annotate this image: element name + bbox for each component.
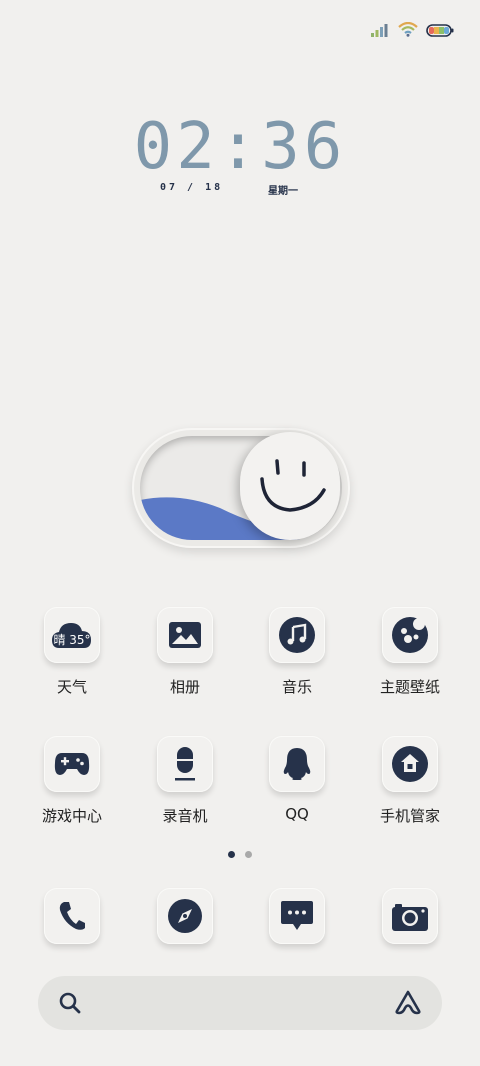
smiley-toggle-widget[interactable] xyxy=(132,428,350,548)
battery-icon xyxy=(426,22,454,41)
microphone-icon xyxy=(175,747,195,781)
app-label: QQ xyxy=(285,805,309,823)
clock-time: 02:36 xyxy=(133,110,347,184)
page-indicator[interactable] xyxy=(228,851,252,858)
app-label: 天气 xyxy=(56,678,87,696)
weather-icon-box: 晴 35° xyxy=(44,607,100,663)
camera-icon-box xyxy=(382,888,438,944)
weather-temp: 晴 35° xyxy=(53,633,90,647)
gamepad-icon xyxy=(54,753,90,775)
status-bar xyxy=(370,21,454,41)
search-icon[interactable] xyxy=(58,991,82,1019)
dock-camera[interactable] xyxy=(365,888,455,944)
compass-browser-icon xyxy=(168,899,202,933)
app-qq[interactable]: QQ xyxy=(252,736,342,823)
qq-icon-box xyxy=(269,736,325,792)
music-note-icon xyxy=(279,617,315,653)
dock-browser[interactable] xyxy=(140,888,230,944)
app-game-center[interactable]: 游戏中心 xyxy=(27,736,117,826)
game-icon-box xyxy=(44,736,100,792)
app-music[interactable]: 音乐 xyxy=(252,607,342,697)
app-label: 相册 xyxy=(169,678,200,696)
app-weather[interactable]: 晴 35° 天气 xyxy=(27,607,117,697)
assistant-icon[interactable] xyxy=(394,989,422,1019)
gallery-icon-box xyxy=(157,607,213,663)
clock-date: 07 / 18 xyxy=(160,182,224,193)
dock-messages[interactable] xyxy=(252,888,342,944)
browser-icon-box xyxy=(157,888,213,944)
app-themes[interactable]: 主题壁纸 xyxy=(365,607,455,697)
music-icon-box xyxy=(269,607,325,663)
app-gallery[interactable]: 相册 xyxy=(140,607,230,697)
page-dot-2[interactable] xyxy=(245,851,252,858)
qq-penguin-icon xyxy=(283,748,311,780)
app-label: 音乐 xyxy=(281,678,312,696)
smiley-face-icon xyxy=(260,459,326,512)
app-recorder[interactable]: 录音机 xyxy=(140,736,230,826)
app-phone-manager[interactable]: 手机管家 xyxy=(365,736,455,826)
gallery-image-icon xyxy=(169,622,201,648)
theme-palette-icon xyxy=(392,617,428,653)
clock-widget[interactable]: 02:36 xyxy=(0,112,480,182)
themes-icon-box xyxy=(382,607,438,663)
dock-phone[interactable] xyxy=(27,888,117,944)
recorder-icon-box xyxy=(157,736,213,792)
toggle-knob[interactable] xyxy=(240,432,340,540)
clock-weekday: 星期一 xyxy=(268,186,298,197)
messages-icon-box xyxy=(269,888,325,944)
phone-icon-box xyxy=(44,888,100,944)
phone-manager-icon xyxy=(392,746,428,782)
app-label: 录音机 xyxy=(162,807,208,825)
wifi-icon xyxy=(398,21,418,41)
app-label: 手机管家 xyxy=(379,807,440,825)
app-label: 游戏中心 xyxy=(41,807,102,825)
camera-icon xyxy=(392,904,428,931)
page-dot-1[interactable] xyxy=(228,851,235,858)
weather-cloud-icon: 晴 35° xyxy=(52,623,91,648)
message-icon xyxy=(281,901,313,930)
phone-manager-icon-box xyxy=(382,736,438,792)
search-bar[interactable] xyxy=(38,976,442,1030)
signal-icon xyxy=(370,22,390,41)
app-label: 主题壁纸 xyxy=(379,678,440,696)
phone-icon xyxy=(59,902,85,930)
